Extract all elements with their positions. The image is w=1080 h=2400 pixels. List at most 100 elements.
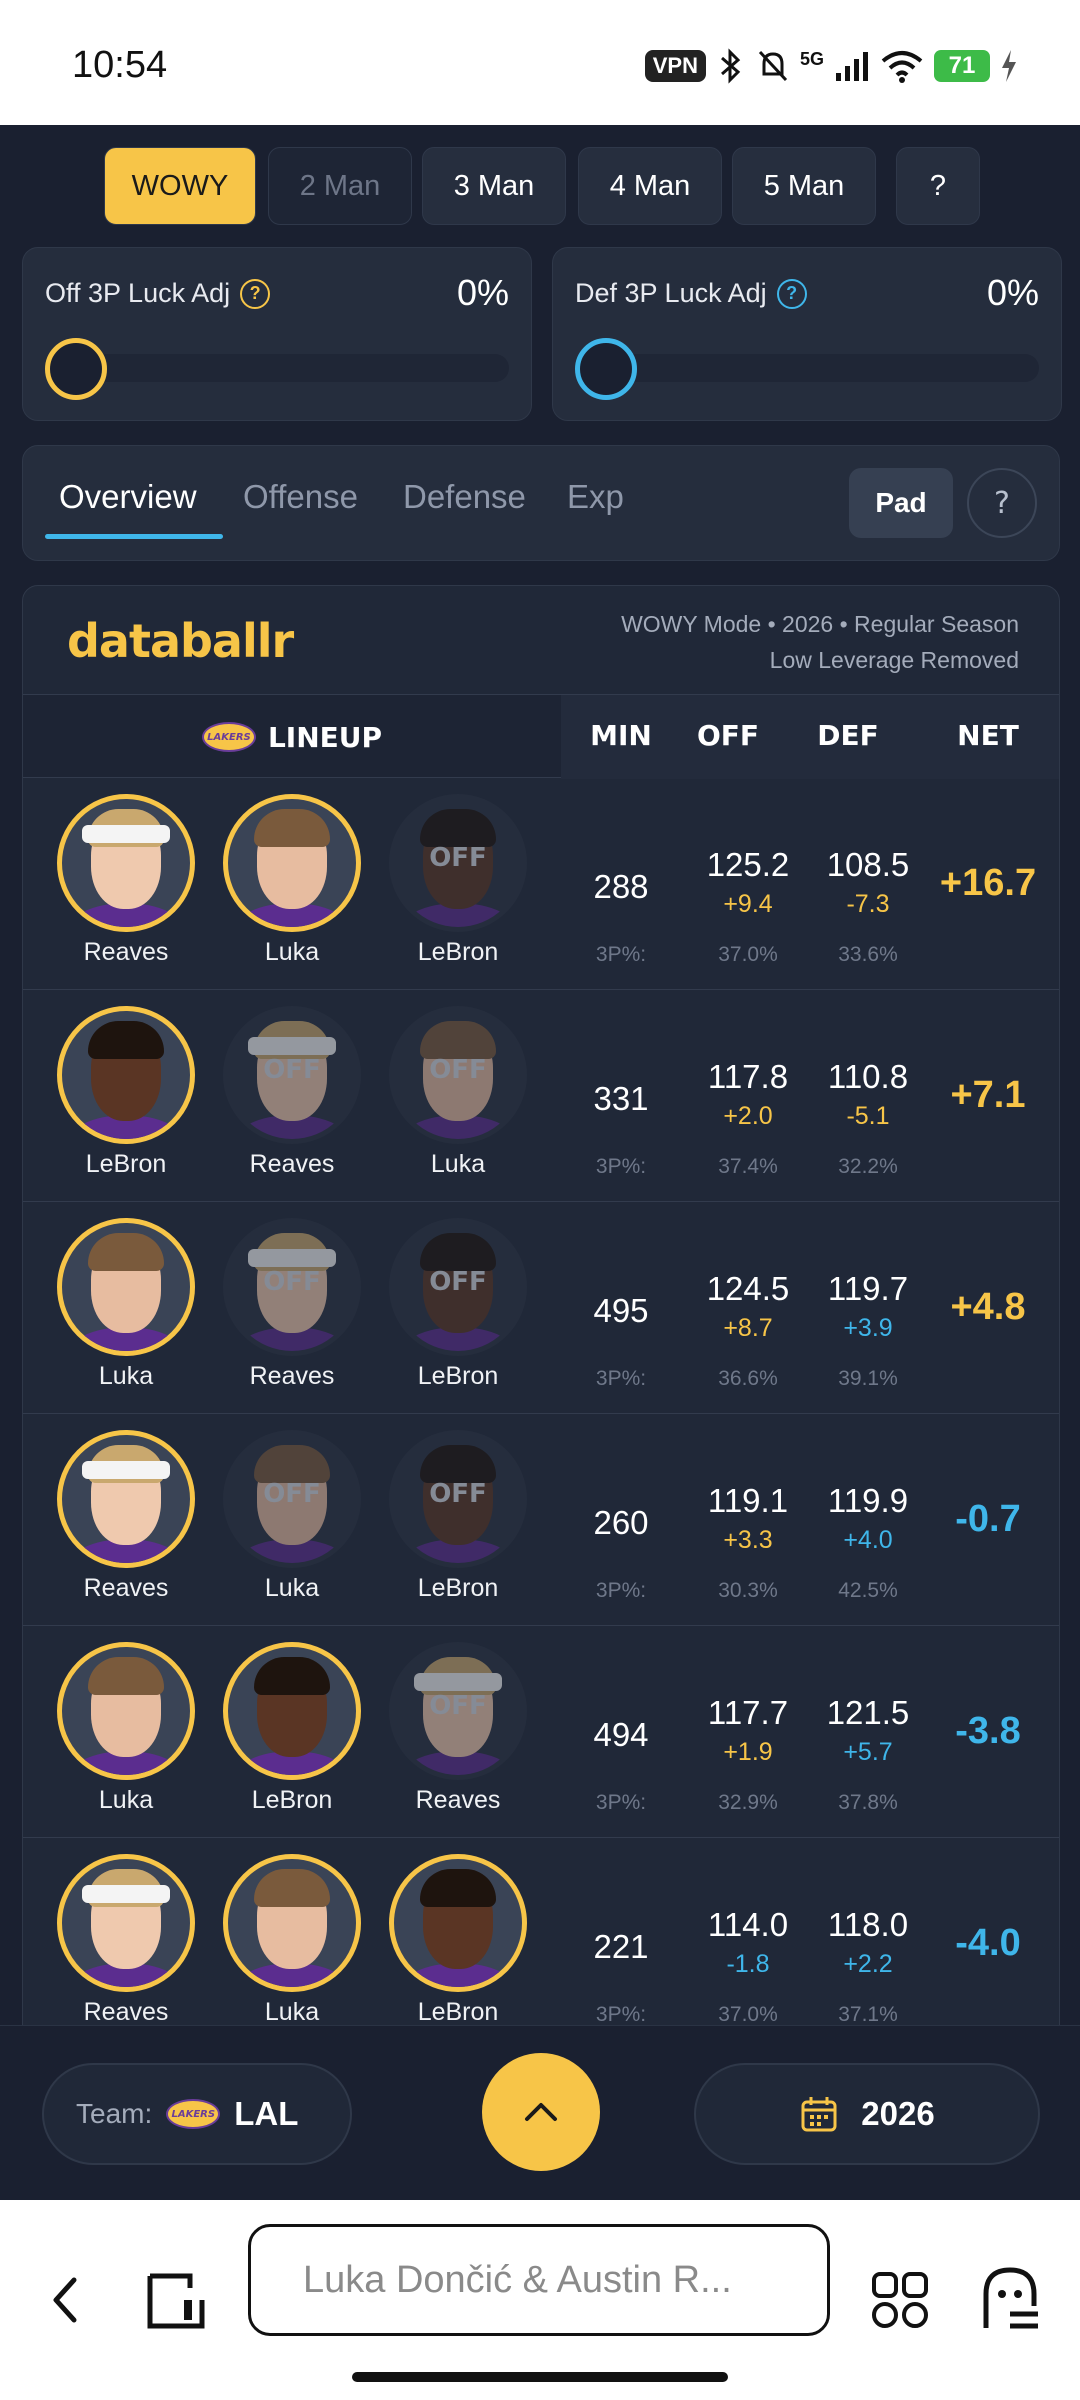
player-name: Luka bbox=[264, 1574, 320, 1602]
back-icon[interactable] bbox=[42, 2270, 92, 2330]
player-slot[interactable]: Luka bbox=[209, 1854, 361, 2044]
player-slot[interactable]: LeBron bbox=[43, 1006, 195, 1196]
player-slot[interactable]: OFF Reaves bbox=[375, 1642, 527, 1832]
off-rating: 117.8 bbox=[707, 1058, 789, 1095]
status-bar: 10:54 VPN 5G 71 bbox=[0, 0, 1080, 125]
brand-logo: databallr bbox=[67, 614, 294, 668]
off-luck-slider-track[interactable] bbox=[45, 354, 509, 382]
mode-wowy-button[interactable]: WOWY bbox=[104, 147, 256, 225]
off-header[interactable]: OFF bbox=[673, 719, 783, 752]
player-slot[interactable]: OFF LeBron bbox=[375, 1218, 527, 1408]
avatar-hair bbox=[420, 1869, 496, 1907]
player-slot[interactable]: OFF Luka bbox=[375, 1006, 527, 1196]
scroll-top-button[interactable] bbox=[482, 2053, 600, 2171]
table-row[interactable]: Reaves Luka OFF LeBron 288 3P%: 125.2 +9.4 37.0%… bbox=[23, 778, 1059, 990]
player-slot[interactable]: Reaves bbox=[43, 794, 195, 984]
off-tag: OFF bbox=[429, 1267, 487, 1297]
player-slot[interactable]: Reaves bbox=[43, 1430, 195, 1620]
network-type: 5G bbox=[799, 48, 824, 69]
avatar-hair bbox=[254, 1445, 330, 1483]
mode-label: 2 Man bbox=[299, 169, 381, 202]
player-slot[interactable]: LeBron bbox=[209, 1642, 361, 1832]
tab-overview[interactable]: Overview bbox=[59, 478, 197, 516]
table-header: LAKERS LINEUP MIN OFF DEF NET bbox=[23, 694, 1059, 779]
season-selector[interactable]: 2026 bbox=[694, 2063, 1040, 2165]
home-indicator bbox=[352, 2372, 728, 2382]
player-name: LeBron bbox=[417, 1574, 499, 1602]
address-bar[interactable]: Luka Dončić & Austin R... bbox=[248, 2224, 830, 2336]
off-3p-pct: 37.4% bbox=[718, 1155, 778, 1178]
player-slot[interactable]: OFF LeBron bbox=[375, 794, 527, 984]
tabs-help-button[interactable]: ? bbox=[967, 468, 1037, 538]
off-luck-help-icon[interactable]: ? bbox=[240, 278, 271, 309]
pad-button[interactable]: Pad bbox=[849, 468, 953, 538]
team-selector[interactable]: Team: LAKERS LAL bbox=[42, 2063, 352, 2165]
apps-grid-icon[interactable] bbox=[870, 2270, 930, 2330]
off-tag: OFF bbox=[429, 1479, 487, 1509]
def-luck-help-icon[interactable]: ? bbox=[776, 278, 807, 309]
meta-line-2: Low Leverage Removed bbox=[769, 647, 1019, 673]
player-slot[interactable]: OFF Luka bbox=[209, 1430, 361, 1620]
player-slot[interactable]: Luka bbox=[43, 1218, 195, 1408]
player-slot[interactable]: Reaves bbox=[43, 1854, 195, 2044]
mode-help-button[interactable]: ? bbox=[896, 147, 980, 225]
tab-offense[interactable]: Offense bbox=[243, 478, 358, 516]
tabs-icon[interactable] bbox=[146, 2270, 208, 2332]
player-name: Reaves bbox=[249, 1362, 335, 1390]
player-slot[interactable]: OFF LeBron bbox=[375, 1430, 527, 1620]
def-3p-pct: 37.8% bbox=[838, 1791, 898, 1814]
player-slot[interactable]: Luka bbox=[209, 794, 361, 984]
avatar-hair bbox=[420, 1233, 496, 1271]
off-tag: OFF bbox=[429, 1055, 487, 1085]
tab-defense[interactable]: Defense bbox=[403, 478, 526, 516]
mode-5man-button[interactable]: 5 Man bbox=[732, 147, 876, 225]
player-name: LeBron bbox=[417, 1998, 499, 2026]
avatar-hair bbox=[254, 1869, 330, 1907]
bluetooth-icon bbox=[720, 48, 741, 84]
avatar-headband bbox=[414, 1673, 502, 1691]
signal-icon bbox=[836, 52, 868, 81]
battery-icon: 71 bbox=[934, 50, 990, 82]
tab-exp[interactable]: Exp bbox=[567, 478, 624, 516]
player-slot[interactable]: Luka bbox=[43, 1642, 195, 1832]
player-avatar bbox=[57, 1854, 195, 1992]
table-row[interactable]: Luka OFF Reaves OFF LeBron 495 3P%: 124.5 +8.7 36… bbox=[23, 1202, 1059, 1414]
chevron-up-icon bbox=[525, 2103, 557, 2121]
def-luck-value: 0% bbox=[986, 272, 1039, 313]
player-slot[interactable]: OFF Reaves bbox=[209, 1218, 361, 1408]
table-row[interactable]: Reaves OFF Luka OFF LeBron 260 3P%: 119.1 +3.3 30… bbox=[23, 1414, 1059, 1626]
off-delta: +3.3 bbox=[723, 1526, 773, 1554]
min-header[interactable]: MIN bbox=[566, 719, 676, 752]
mode-3man-button[interactable]: 3 Man bbox=[422, 147, 566, 225]
ghost-icon[interactable] bbox=[980, 2266, 1040, 2332]
def-3p-pct: 39.1% bbox=[838, 1367, 898, 1390]
minutes-value: 288 bbox=[593, 868, 649, 905]
mode-4man-button[interactable]: 4 Man bbox=[578, 147, 722, 225]
table-row[interactable]: Reaves Luka LeBron 221 3P%: 114.0 -1.8 37.0% 118… bbox=[23, 1838, 1059, 2050]
mode-2man-button[interactable]: 2 Man bbox=[268, 147, 412, 225]
table-row[interactable]: LeBron OFF Reaves OFF Luka 331 3P%: 117.8 +2.0 37… bbox=[23, 990, 1059, 1202]
off-delta: +8.7 bbox=[723, 1314, 773, 1342]
def-luck-slider-track[interactable] bbox=[575, 354, 1039, 382]
def-luck-slider-handle[interactable] bbox=[575, 338, 637, 400]
calendar-icon bbox=[801, 2097, 837, 2132]
table-row[interactable]: Luka LeBron OFF Reaves 494 3P%: 117.7 +1.9 32.9%… bbox=[23, 1626, 1059, 1838]
def-rating: 119.7 bbox=[827, 1270, 909, 1307]
player-avatar: OFF bbox=[223, 1218, 361, 1356]
lineup-header[interactable]: LAKERS LINEUP bbox=[23, 695, 561, 779]
player-slot[interactable]: OFF Reaves bbox=[209, 1006, 361, 1196]
lineup-header-label: LINEUP bbox=[267, 720, 383, 754]
avatar-hair bbox=[420, 1021, 496, 1059]
net-header[interactable]: NET bbox=[933, 719, 1043, 752]
def-rating: 119.9 bbox=[827, 1482, 909, 1519]
off-luck-slider-handle[interactable] bbox=[45, 338, 107, 400]
def-header[interactable]: DEF bbox=[793, 719, 903, 752]
three-pt-label: 3P%: bbox=[595, 1791, 647, 1814]
off-3p-pct: 30.3% bbox=[718, 1579, 778, 1602]
off-tag: OFF bbox=[263, 1267, 321, 1297]
player-avatar: OFF bbox=[223, 1006, 361, 1144]
avatar-hair bbox=[420, 1445, 496, 1483]
player-slot[interactable]: LeBron bbox=[375, 1854, 527, 2044]
avatar-headband bbox=[82, 1885, 170, 1903]
bottom-bar: Team: LAKERS LAL 2026 bbox=[0, 2025, 1080, 2200]
